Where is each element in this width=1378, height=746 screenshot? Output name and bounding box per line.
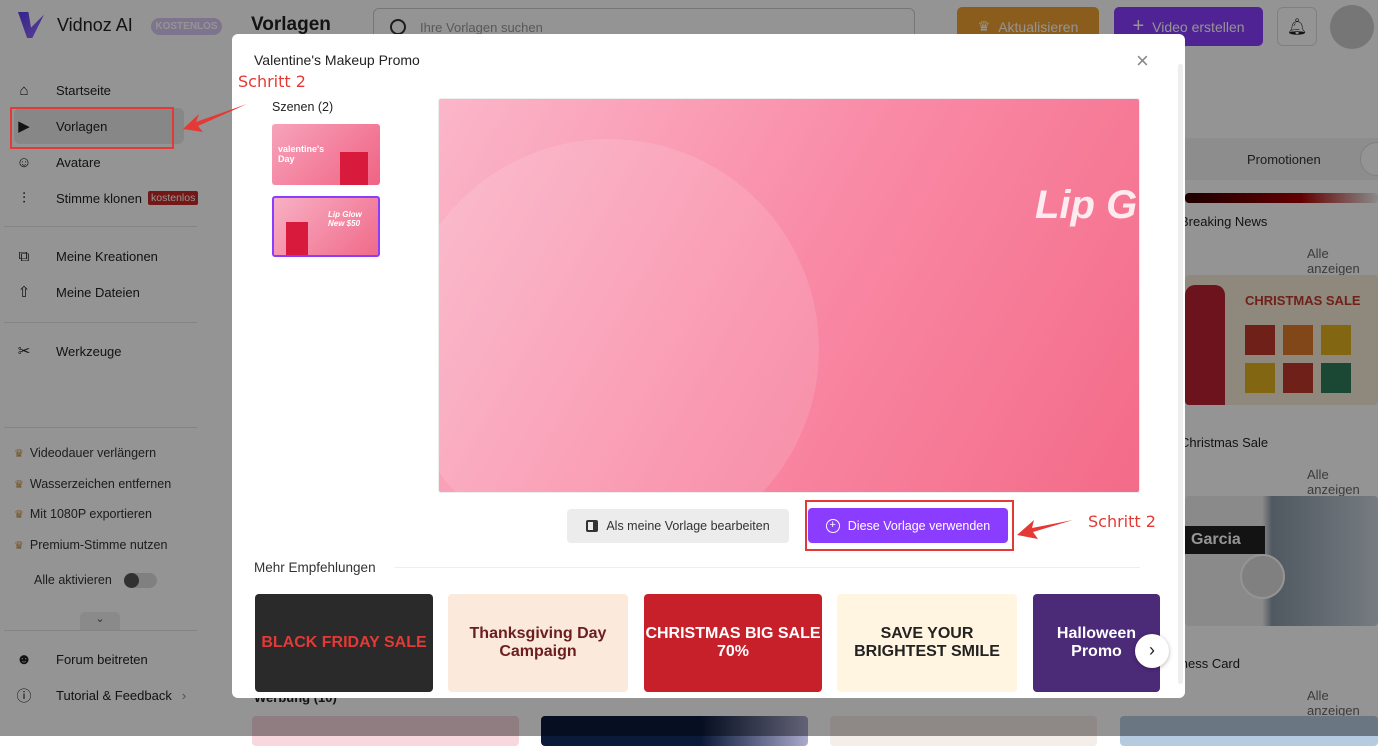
- annotation-arrow-icon: [183, 104, 247, 132]
- annotation-arrow-icon: [1017, 520, 1073, 539]
- annotation-arrows: [183, 104, 1073, 539]
